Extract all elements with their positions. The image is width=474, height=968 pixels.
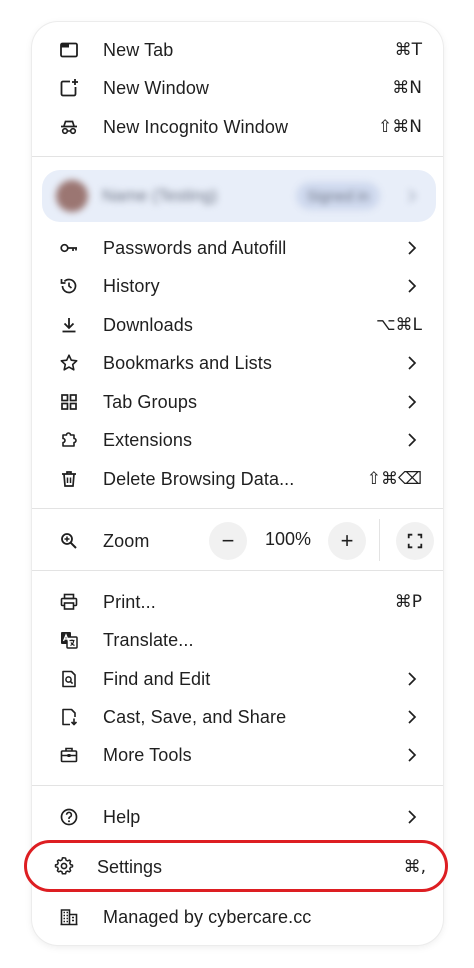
chevron-right-icon	[408, 433, 417, 447]
zoom-level: 100%	[264, 529, 312, 549]
chevron-right-icon	[408, 241, 417, 255]
menu-item-passwords-autofill[interactable]: Passwords and Autofill	[32, 229, 443, 267]
printer-icon	[58, 591, 80, 613]
shortcut-label: ⇧⌘N	[378, 117, 422, 137]
new-window-icon	[58, 77, 80, 99]
menu-item-label: New Window	[103, 78, 210, 98]
tab-icon	[58, 39, 80, 61]
chevron-right-icon	[408, 356, 417, 370]
shortcut-label: ⌘N	[392, 78, 422, 98]
menu-item-label: Bookmarks and Lists	[103, 353, 272, 373]
toolbox-icon	[58, 744, 80, 766]
menu-item-translate[interactable]: Translate...	[32, 621, 443, 659]
menu-item-label: Translate...	[103, 630, 194, 650]
chrome-main-menu: New Tab ⌘T New Window ⌘N New Incognito W…	[32, 22, 443, 945]
menu-item-help[interactable]: Help	[32, 798, 443, 836]
menu-item-label: Tab Groups	[103, 392, 198, 412]
menu-item-zoom: Zoom − 100% +	[32, 517, 443, 565]
menu-item-label: History	[103, 276, 160, 296]
menu-item-new-window[interactable]: New Window ⌘N	[32, 69, 443, 107]
divider	[32, 570, 443, 571]
chevron-right-icon	[408, 748, 417, 762]
menu-item-label: Extensions	[103, 430, 193, 450]
menu-item-label: Settings	[97, 857, 163, 877]
cast-save-icon	[58, 706, 80, 728]
fullscreen-icon	[407, 533, 423, 549]
blurred-profile: Name (Testing) Signed in	[42, 170, 436, 222]
translate-icon	[58, 629, 80, 651]
shortcut-label: ⌘P	[394, 592, 422, 612]
menu-item-extensions[interactable]: Extensions	[32, 421, 443, 459]
incognito-icon	[58, 116, 80, 138]
puzzle-icon	[58, 429, 80, 451]
grid-icon	[58, 391, 80, 413]
chevron-right-icon	[408, 672, 417, 686]
profile-name: Name (Testing)	[102, 186, 218, 205]
divider	[32, 508, 443, 509]
menu-item-label: More Tools	[103, 745, 192, 765]
menu-item-tab-groups[interactable]: Tab Groups	[32, 383, 443, 421]
menu-item-label: Find and Edit	[103, 669, 211, 689]
divider	[32, 156, 443, 157]
menu-item-label: New Tab	[103, 40, 174, 60]
building-icon	[58, 906, 80, 928]
menu-item-history[interactable]: History	[32, 267, 443, 305]
menu-item-print[interactable]: Print... ⌘P	[32, 583, 443, 621]
chevron-right-icon	[408, 395, 417, 409]
menu-item-label: Downloads	[103, 315, 193, 335]
menu-item-managed[interactable]: Managed by cybercare.cc	[32, 898, 443, 936]
menu-item-label: Zoom	[103, 531, 150, 551]
zoom-icon	[58, 530, 80, 552]
shortcut-label: ⌥⌘L	[375, 315, 422, 335]
menu-item-label: Help	[103, 807, 141, 827]
menu-item-more-tools[interactable]: More Tools	[32, 736, 443, 774]
divider	[32, 785, 443, 786]
profile-badge: Signed in	[296, 182, 380, 210]
chevron-right-icon	[408, 279, 417, 293]
gear-icon	[53, 855, 75, 877]
chevron-right-icon	[408, 710, 417, 724]
divider	[379, 519, 380, 561]
menu-item-label: Delete Browsing Data...	[103, 469, 295, 489]
menu-item-delete-browsing-data[interactable]: Delete Browsing Data... ⇧⌘⌫	[32, 460, 443, 498]
shortcut-label: ⌘,	[403, 857, 426, 877]
help-icon	[58, 806, 80, 828]
menu-item-label: Managed by cybercare.cc	[103, 907, 312, 927]
chevron-right-icon	[408, 189, 417, 203]
fullscreen-button[interactable]	[396, 522, 434, 560]
menu-item-settings[interactable]: Settings ⌘,	[24, 840, 448, 892]
menu-item-cast-save-share[interactable]: Cast, Save, and Share	[32, 698, 443, 736]
chevron-right-icon	[408, 810, 417, 824]
menu-item-label: New Incognito Window	[103, 117, 289, 137]
menu-item-bookmarks-lists[interactable]: Bookmarks and Lists	[32, 344, 443, 382]
star-icon	[58, 352, 80, 374]
menu-item-label: Print...	[103, 592, 156, 612]
avatar	[56, 180, 88, 212]
zoom-in-button[interactable]: +	[328, 522, 366, 560]
find-icon	[58, 668, 80, 690]
history-icon	[58, 275, 80, 297]
menu-item-label: Cast, Save, and Share	[103, 707, 287, 727]
menu-item-new-incognito-window[interactable]: New Incognito Window ⇧⌘N	[32, 108, 443, 146]
trash-icon	[58, 468, 80, 490]
profile-row[interactable]: Name (Testing) Signed in	[42, 170, 436, 222]
shortcut-label: ⇧⌘⌫	[366, 469, 422, 489]
key-icon	[58, 237, 80, 259]
menu-item-label: Passwords and Autofill	[103, 238, 287, 258]
menu-item-downloads[interactable]: Downloads ⌥⌘L	[32, 306, 443, 344]
menu-item-find-and-edit[interactable]: Find and Edit	[32, 660, 443, 698]
download-icon	[58, 314, 80, 336]
zoom-out-button[interactable]: −	[209, 522, 247, 560]
menu-item-new-tab[interactable]: New Tab ⌘T	[32, 31, 443, 69]
shortcut-label: ⌘T	[394, 40, 422, 60]
